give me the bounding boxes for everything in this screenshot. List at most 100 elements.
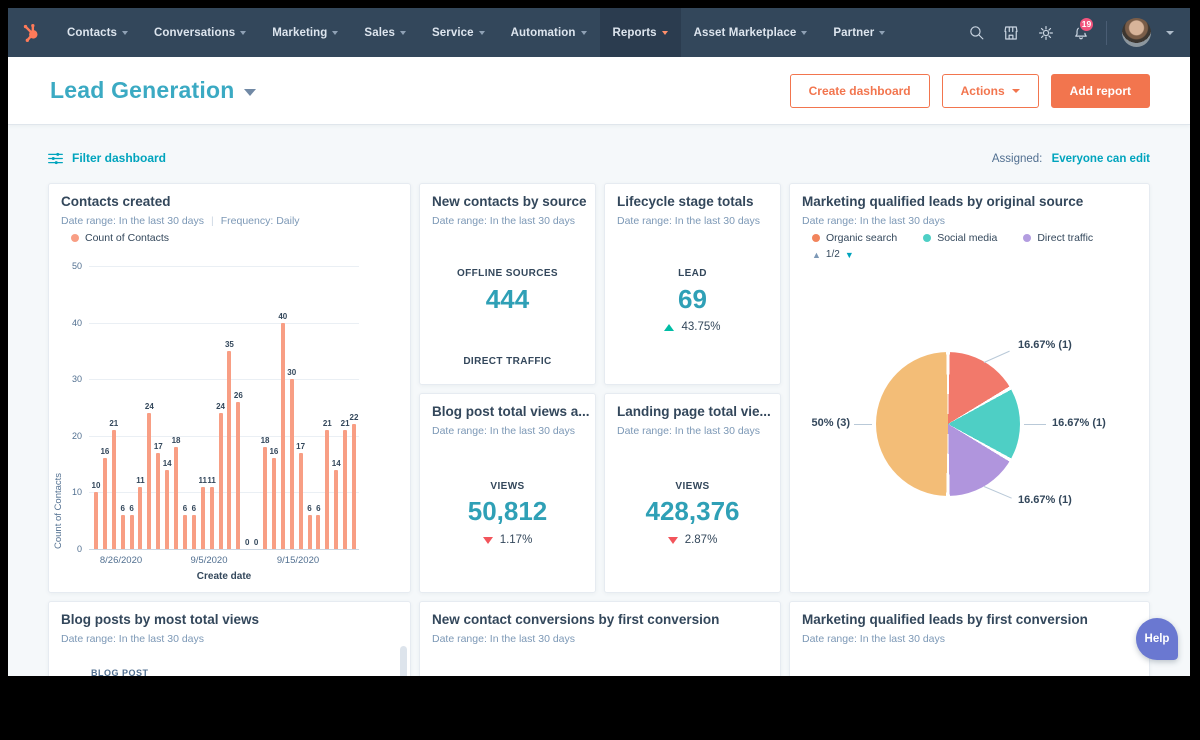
metric-label: LEAD — [605, 268, 780, 279]
bar — [156, 453, 160, 549]
actions-button[interactable]: Actions — [942, 74, 1039, 108]
chart-legend: Count of Contacts — [71, 232, 169, 244]
card-new-contacts-by-source: New contacts by source Date range: In th… — [419, 183, 596, 385]
bar-value-label: 17 — [154, 442, 163, 451]
sprocket-icon — [20, 22, 42, 44]
dashboard-title-dropdown[interactable]: Lead Generation — [50, 77, 256, 104]
delta-up-icon — [664, 324, 674, 331]
avatar[interactable] — [1122, 18, 1151, 47]
page-header: Lead Generation Create dashboard Actions… — [8, 57, 1190, 125]
bar-value-label: 26 — [234, 391, 243, 400]
legend-label: Direct traffic — [1037, 232, 1093, 244]
legend-page-indicator: 1/2 — [826, 249, 840, 260]
legend-item-direct-traffic[interactable]: Direct traffic — [1023, 232, 1093, 244]
legend-page-down-icon[interactable]: ▼ — [845, 250, 854, 260]
assigned-row: Assigned: Everyone can edit — [992, 153, 1150, 165]
actions-button-label: Actions — [961, 84, 1005, 98]
bar — [290, 379, 294, 549]
card-landing-page-total-views: Landing page total vie... Date range: In… — [604, 393, 781, 593]
bar-value-label: 11 — [136, 476, 144, 485]
bar-value-label: 6 — [129, 504, 133, 513]
bar-value-label: 10 — [92, 481, 101, 490]
hubspot-logo[interactable] — [8, 8, 54, 57]
nav-item-asset-marketplace[interactable]: Asset Marketplace — [681, 8, 821, 57]
assigned-label: Assigned: — [992, 153, 1043, 165]
y-axis-title: Count of Contacts — [53, 266, 64, 549]
legend-item-organic-search[interactable]: Organic search — [812, 232, 897, 244]
nav-item-marketing[interactable]: Marketing — [259, 8, 351, 57]
card-mql-by-original-source: Marketing qualified leads by original so… — [789, 183, 1150, 593]
pie-slice-label: 16.67% (1) — [1018, 339, 1072, 351]
filter-dashboard-link[interactable]: Filter dashboard — [48, 151, 166, 165]
card-meta: Date range: In the last 30 days — [432, 633, 575, 645]
chevron-down-icon — [244, 89, 256, 96]
bar — [103, 458, 107, 549]
metric-label: VIEWS — [420, 481, 595, 492]
nav-item-label: Automation — [511, 27, 576, 39]
legend-item-social-media[interactable]: Social media — [923, 232, 997, 244]
table-scrollbar[interactable] — [400, 646, 407, 676]
nav-item-reports[interactable]: Reports — [600, 8, 681, 57]
nav-item-label: Reports — [613, 27, 657, 39]
card-blog-post-total-views: Blog post total views a... Date range: I… — [419, 393, 596, 593]
bar — [308, 515, 312, 549]
card-meta: Date range: In the last 30 days — [802, 215, 945, 227]
chevron-down-icon — [122, 31, 128, 35]
bar — [343, 430, 347, 549]
bar-value-label: 14 — [163, 459, 172, 468]
notifications-bell-icon[interactable]: 19 — [1071, 23, 1091, 43]
gridline — [89, 436, 359, 437]
pie-connector-line — [854, 424, 872, 425]
legend-page-up-icon[interactable]: ▲ — [812, 250, 821, 260]
bar-value-label: 11 — [207, 476, 215, 485]
nav-item-contacts[interactable]: Contacts — [54, 8, 141, 57]
bar — [210, 487, 214, 549]
delta-down-icon — [483, 537, 493, 544]
chevron-down-icon — [479, 31, 485, 35]
bar-value-label: 16 — [100, 447, 109, 456]
create-dashboard-button[interactable]: Create dashboard — [790, 74, 930, 108]
legend-dot — [71, 234, 79, 242]
bar — [183, 515, 187, 549]
pie-slice-label: 16.67% (1) — [1052, 417, 1106, 429]
settings-gear-icon[interactable] — [1036, 23, 1056, 43]
frequency: Frequency: Daily — [221, 215, 300, 227]
card-meta: Date range: In the last 30 days — [802, 633, 945, 645]
bar — [325, 430, 329, 549]
bar — [121, 515, 125, 549]
help-button[interactable]: Help — [1136, 618, 1178, 660]
legend-label: Count of Contacts — [85, 232, 169, 244]
account-chevron-down-icon[interactable] — [1166, 31, 1174, 35]
metric-value: 50,812 — [420, 496, 595, 527]
chevron-down-icon — [662, 31, 668, 35]
card-title: Lifecycle stage totals — [617, 194, 754, 209]
nav-item-automation[interactable]: Automation — [498, 8, 600, 57]
search-icon[interactable] — [966, 23, 986, 43]
metric-label: VIEWS — [605, 481, 780, 492]
legend-item-count-of-contacts[interactable]: Count of Contacts — [71, 232, 169, 244]
chevron-down-icon — [240, 31, 246, 35]
bar — [174, 447, 178, 549]
nav-item-service[interactable]: Service — [419, 8, 498, 57]
nav-item-label: Marketing — [272, 27, 327, 39]
y-tick-label: 40 — [55, 318, 82, 328]
bar-value-label: 18 — [261, 436, 270, 445]
marketplace-icon[interactable] — [1001, 23, 1021, 43]
nav-item-partner[interactable]: Partner — [820, 8, 898, 57]
card-meta: Date range: In the last 30 days — [61, 633, 204, 645]
bar — [138, 487, 142, 549]
card-title: New contacts by source — [432, 194, 587, 209]
legend-label: Social media — [937, 232, 997, 244]
notification-badge: 19 — [1078, 16, 1095, 33]
page-title: Lead Generation — [50, 77, 234, 104]
bar — [281, 323, 285, 549]
card-title: Marketing qualified leads by first conve… — [802, 612, 1088, 627]
legend-dot — [812, 234, 820, 242]
assigned-value-link[interactable]: Everyone can edit — [1052, 153, 1150, 165]
bar-value-label: 16 — [269, 447, 278, 456]
nav-item-sales[interactable]: Sales — [351, 8, 419, 57]
nav-item-conversations[interactable]: Conversations — [141, 8, 259, 57]
pie-connector-line — [984, 351, 1010, 363]
add-report-button[interactable]: Add report — [1051, 74, 1150, 108]
delta-value: 2.87% — [685, 534, 718, 546]
